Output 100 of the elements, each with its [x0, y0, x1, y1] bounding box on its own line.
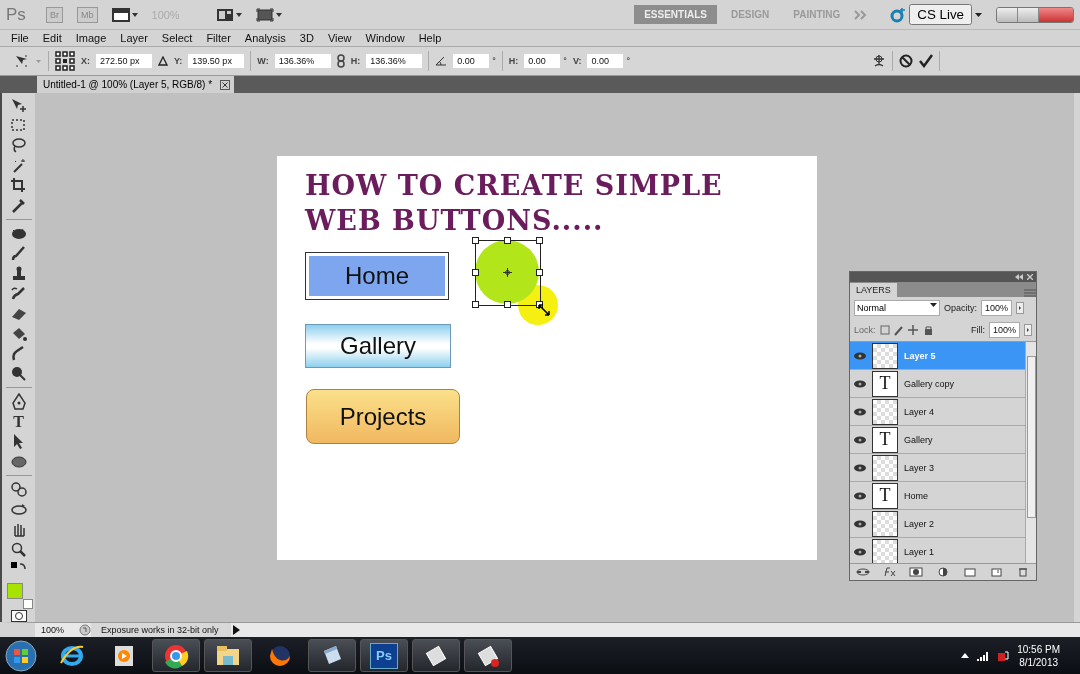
input-field[interactable]: 136.36% [274, 54, 331, 68]
eye-icon[interactable] [854, 379, 866, 388]
input-field[interactable]: 272.50 px [96, 54, 152, 68]
menu-item[interactable]: Image [68, 32, 114, 44]
transform-handle[interactable] [536, 301, 543, 308]
taskbar-button[interactable] [412, 639, 460, 672]
layer-row[interactable]: T Gallery [850, 426, 1025, 454]
close-icon[interactable] [220, 79, 231, 90]
taskbar-button[interactable] [152, 639, 200, 672]
eye-icon[interactable] [854, 351, 866, 360]
menu-item[interactable]: Help [411, 32, 449, 44]
blend-mode-dropdown[interactable]: Normal [854, 300, 940, 316]
panel-tab[interactable]: LAYERS [850, 283, 897, 297]
eye-icon[interactable] [854, 435, 866, 444]
opacity-field[interactable]: 100% [981, 300, 1013, 316]
quick-mask-icon[interactable] [10, 610, 27, 622]
cs-live-button[interactable]: CS Live [909, 4, 972, 25]
eye-icon[interactable] [854, 407, 866, 416]
menu-item[interactable]: Edit [35, 32, 69, 44]
layer-row[interactable]: T Home [850, 482, 1025, 510]
menu-item[interactable]: Select [154, 32, 200, 44]
input-field[interactable]: 0.00 [587, 54, 624, 68]
transform-handle[interactable] [472, 301, 479, 308]
menu-item[interactable]: Layer [113, 32, 155, 44]
input-field[interactable]: 0.00 [524, 54, 561, 68]
background-color-swatch[interactable] [22, 598, 33, 609]
taskbar-button[interactable] [308, 639, 356, 672]
start-orb-icon[interactable] [4, 638, 38, 673]
cancel-icon[interactable] [899, 54, 913, 68]
crop-icon[interactable] [9, 177, 28, 194]
transform-handle[interactable] [504, 301, 511, 308]
fill-label: Fill: [970, 325, 985, 335]
layer-thumbnail [872, 538, 898, 563]
link-icon[interactable] [336, 54, 345, 68]
transform-handle[interactable] [472, 237, 479, 244]
taskbar-button[interactable] [464, 639, 512, 672]
arrow-button-icon[interactable] [1024, 324, 1032, 336]
menu-item[interactable]: Analysis [237, 32, 293, 44]
transform-handle[interactable] [536, 269, 543, 276]
layer-row[interactable]: T Gallery copy [850, 370, 1025, 398]
layer-row[interactable]: Layer 1 [850, 538, 1025, 563]
transform-handle[interactable] [472, 269, 479, 276]
caret-up-icon[interactable] [961, 653, 970, 658]
link-layers-icon[interactable] [856, 567, 871, 577]
lasso-icon[interactable] [9, 137, 28, 154]
collapse-icon[interactable] [1015, 274, 1023, 280]
signal-icon[interactable] [977, 650, 990, 661]
layer-name: Layer 1 [904, 546, 935, 557]
minimize-button[interactable] [997, 7, 1018, 22]
adjustment-icon[interactable] [935, 567, 950, 577]
scrollbar[interactable] [1025, 342, 1036, 563]
eye-icon[interactable] [854, 547, 866, 556]
restore-button[interactable] [1018, 7, 1039, 22]
transform-handle[interactable] [536, 237, 543, 244]
brush-icon[interactable] [9, 244, 28, 262]
pen-icon[interactable] [9, 392, 28, 410]
layer-row[interactable]: Layer 3 [850, 454, 1025, 482]
clock-date[interactable]: 8/1/2013 [1017, 655, 1060, 669]
zoom-icon[interactable] [9, 540, 28, 558]
menu-item[interactable]: Window [358, 32, 412, 44]
commit-icon[interactable] [919, 54, 933, 68]
mask-icon[interactable] [909, 567, 924, 577]
layer-row[interactable]: Layer 4 [850, 398, 1025, 426]
input-field[interactable]: 139.50 px [188, 54, 245, 68]
taskbar-button[interactable]: Ps [360, 639, 408, 672]
clock-time[interactable]: 10:56 PM [1017, 642, 1060, 656]
input-field[interactable]: 136.36% [366, 54, 423, 68]
eye-icon[interactable] [854, 519, 866, 528]
transform-handle[interactable] [504, 237, 511, 244]
document-tab[interactable]: Untitled-1 @ 100% (Layer 5, RGB/8) * [37, 76, 235, 93]
layer-thumbnail: T [872, 482, 898, 509]
screen-mode-icon[interactable] [255, 7, 282, 22]
web-button[interactable]: Gallery [305, 324, 451, 368]
menu-item[interactable]: File [4, 32, 36, 44]
menu-item[interactable]: Filter [199, 32, 238, 44]
menu-item[interactable]: View [320, 32, 359, 44]
new-layer-icon[interactable] [989, 567, 1004, 577]
layer-row[interactable]: Layer 2 [850, 510, 1025, 538]
eye-icon[interactable] [854, 491, 866, 500]
taskbar-button[interactable] [204, 639, 252, 672]
view-extras-icon[interactable] [111, 7, 138, 22]
move-icon[interactable] [9, 97, 28, 114]
foreground-color-swatch[interactable] [6, 582, 23, 599]
menu-item[interactable]: 3D [292, 32, 321, 44]
flag-icon[interactable] [997, 649, 1010, 662]
marquee-icon[interactable] [9, 117, 28, 134]
zoom-field[interactable]: 100% [35, 625, 79, 635]
input-field[interactable]: 0.00 [453, 54, 490, 68]
eye-icon[interactable] [854, 463, 866, 472]
field-label: W: [257, 56, 269, 66]
web-button[interactable]: Home [305, 252, 449, 300]
type-tool[interactable]: T [13, 412, 24, 430]
arrange-icon[interactable] [215, 7, 242, 22]
history-brush-icon[interactable] [9, 284, 28, 302]
reference-point-icon[interactable] [55, 51, 75, 71]
effects-icon[interactable] [882, 567, 897, 577]
dodge-icon[interactable] [9, 364, 28, 382]
move-tool-icon[interactable] [14, 54, 42, 68]
web-button[interactable]: Projects [306, 389, 460, 444]
fill-field[interactable]: 100% [988, 322, 1020, 338]
